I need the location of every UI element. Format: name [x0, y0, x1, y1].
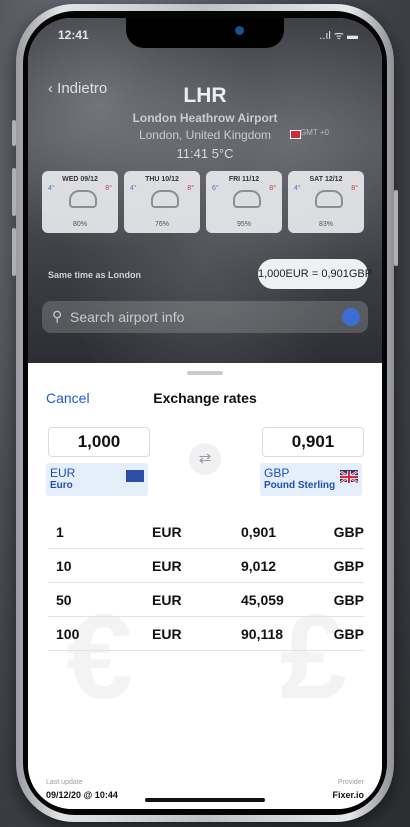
rate-to-code: GBP [333, 592, 364, 608]
forecast-card: WED 09/12 4° 8° 80% [42, 171, 118, 233]
rate-from-amount: 10 [56, 558, 72, 574]
forecast-date: THU 10/12 [145, 176, 179, 183]
cloud-icon [151, 190, 179, 208]
forecast-date: FRI 11/12 [228, 176, 260, 183]
airport-code: LHR [183, 84, 227, 107]
forecast-date: WED 09/12 [62, 176, 98, 183]
rate-from-code: EUR [152, 592, 182, 608]
rate-to-amount: 45,059 [241, 592, 284, 608]
forecast-card: THU 10/12 4° 8° 76% [124, 171, 200, 233]
forecast-high: 8° [105, 185, 112, 192]
forecast-low: 4° [48, 185, 55, 192]
home-indicator[interactable] [145, 798, 265, 802]
uk-flag-icon [339, 470, 359, 484]
rate-to-code: GBP [333, 524, 364, 540]
same-time-label: Same time as London [48, 270, 142, 280]
airport-name: London Heathrow Airport [132, 111, 278, 125]
pill-from-code: EUR [285, 268, 309, 280]
search-icon: ⚲ [52, 308, 63, 324]
cloud-icon [233, 190, 261, 208]
forecast-rain: 83% [318, 221, 333, 228]
forecast-rain: 80% [72, 221, 87, 228]
exchange-rate-pill[interactable]: 1,000EUR = 0,901GBP [258, 259, 372, 289]
volume-down-button [12, 228, 16, 276]
rate-from-amount: 1 [56, 524, 64, 540]
rate-row: 10 EUR 9,012 GBP [48, 552, 364, 583]
rate-from-code: EUR [152, 524, 182, 540]
rate-from-amount: 100 [56, 626, 80, 642]
local-time: 11:41 5°C [28, 146, 382, 161]
pill-equals: = [311, 268, 319, 280]
rate-to-amount: 9,012 [241, 558, 277, 574]
rate-row: 100 EUR 90,118 GBP [48, 620, 364, 651]
to-currency-name: Pound Sterling [264, 480, 336, 491]
cloud-icon [69, 190, 97, 208]
from-currency-selector[interactable]: EUR Euro [46, 463, 148, 496]
rate-row: 50 EUR 45,059 GBP [48, 586, 364, 617]
signal-wifi-battery-icons: ..ıl ᯤ ▬ [319, 30, 358, 42]
menu-icon[interactable] [342, 308, 360, 326]
forecast-high: 8° [187, 185, 194, 192]
forecast-high: 8° [351, 185, 358, 192]
rate-from-amount: 50 [56, 592, 72, 608]
forecast-date: SAT 12/12 [309, 176, 343, 183]
forecast-rain: 95% [236, 221, 251, 228]
swap-arrows-icon: ⇄ [198, 450, 212, 467]
provider-label: Provider [337, 779, 364, 786]
pill-from-amount: 1,000 [258, 268, 286, 280]
power-button [394, 190, 398, 266]
eu-flag-icon [126, 470, 144, 482]
forecast-high: 8° [269, 185, 276, 192]
sheet-grabber[interactable] [187, 371, 223, 375]
forecast-card: SAT 12/12 4° 8° 83% [288, 171, 364, 233]
phone-screen: 12:41 ..ıl ᯤ ▬ ‹ Indietro LHR London Hea… [28, 18, 382, 809]
forecast-low: 4° [294, 185, 301, 192]
forecast-card: FRI 11/12 6° 8° 95% [206, 171, 282, 233]
rate-to-amount: 0,901 [241, 524, 277, 540]
from-currency-code: EUR [50, 466, 76, 480]
from-currency-name: Euro [50, 480, 73, 491]
rate-to-amount: 90,118 [241, 626, 284, 642]
last-update-value: 09/12/20 @ 10:44 [46, 790, 118, 800]
search-field[interactable]: ⚲ Search airport info [42, 301, 368, 333]
pill-to-code: GBP [348, 268, 373, 280]
exchange-rates-sheet: Cancel Exchange rates € £ 1,000 0,901 ⇄ … [28, 363, 382, 809]
sheet-title: Exchange rates [153, 390, 257, 406]
rate-to-code: GBP [333, 558, 364, 574]
gmt-offset: GMT +0 [300, 128, 329, 137]
notch [126, 18, 284, 48]
to-currency-code: GBP [264, 466, 290, 480]
status-time: 12:41 [58, 28, 89, 42]
to-currency-selector[interactable]: GBP Pound Sterling [260, 463, 362, 496]
pill-to-amount: 0,901 [321, 268, 349, 280]
camera-dot [235, 26, 244, 35]
rate-from-code: EUR [152, 626, 182, 642]
rate-from-code: EUR [152, 558, 182, 574]
from-amount-input[interactable]: 1,000 [48, 427, 150, 457]
provider-value[interactable]: Fixer.io [332, 790, 364, 800]
rate-to-code: GBP [333, 626, 364, 642]
forecast-low: 4° [130, 185, 137, 192]
cloud-icon [315, 190, 343, 208]
local-time-value: 11:41 [176, 146, 209, 161]
forecast-rain: 76% [154, 221, 169, 228]
mute-switch [12, 120, 16, 146]
search-placeholder: Search airport info [70, 309, 185, 325]
forecast-low: 6° [212, 185, 219, 192]
temperature: 5°C [211, 146, 234, 161]
rate-row: 1 EUR 0,901 GBP [48, 518, 364, 549]
swap-currencies-button[interactable]: ⇄ [189, 443, 221, 475]
last-update-label: Last update [46, 779, 83, 786]
volume-up-button [12, 168, 16, 216]
to-amount-input[interactable]: 0,901 [262, 427, 364, 457]
